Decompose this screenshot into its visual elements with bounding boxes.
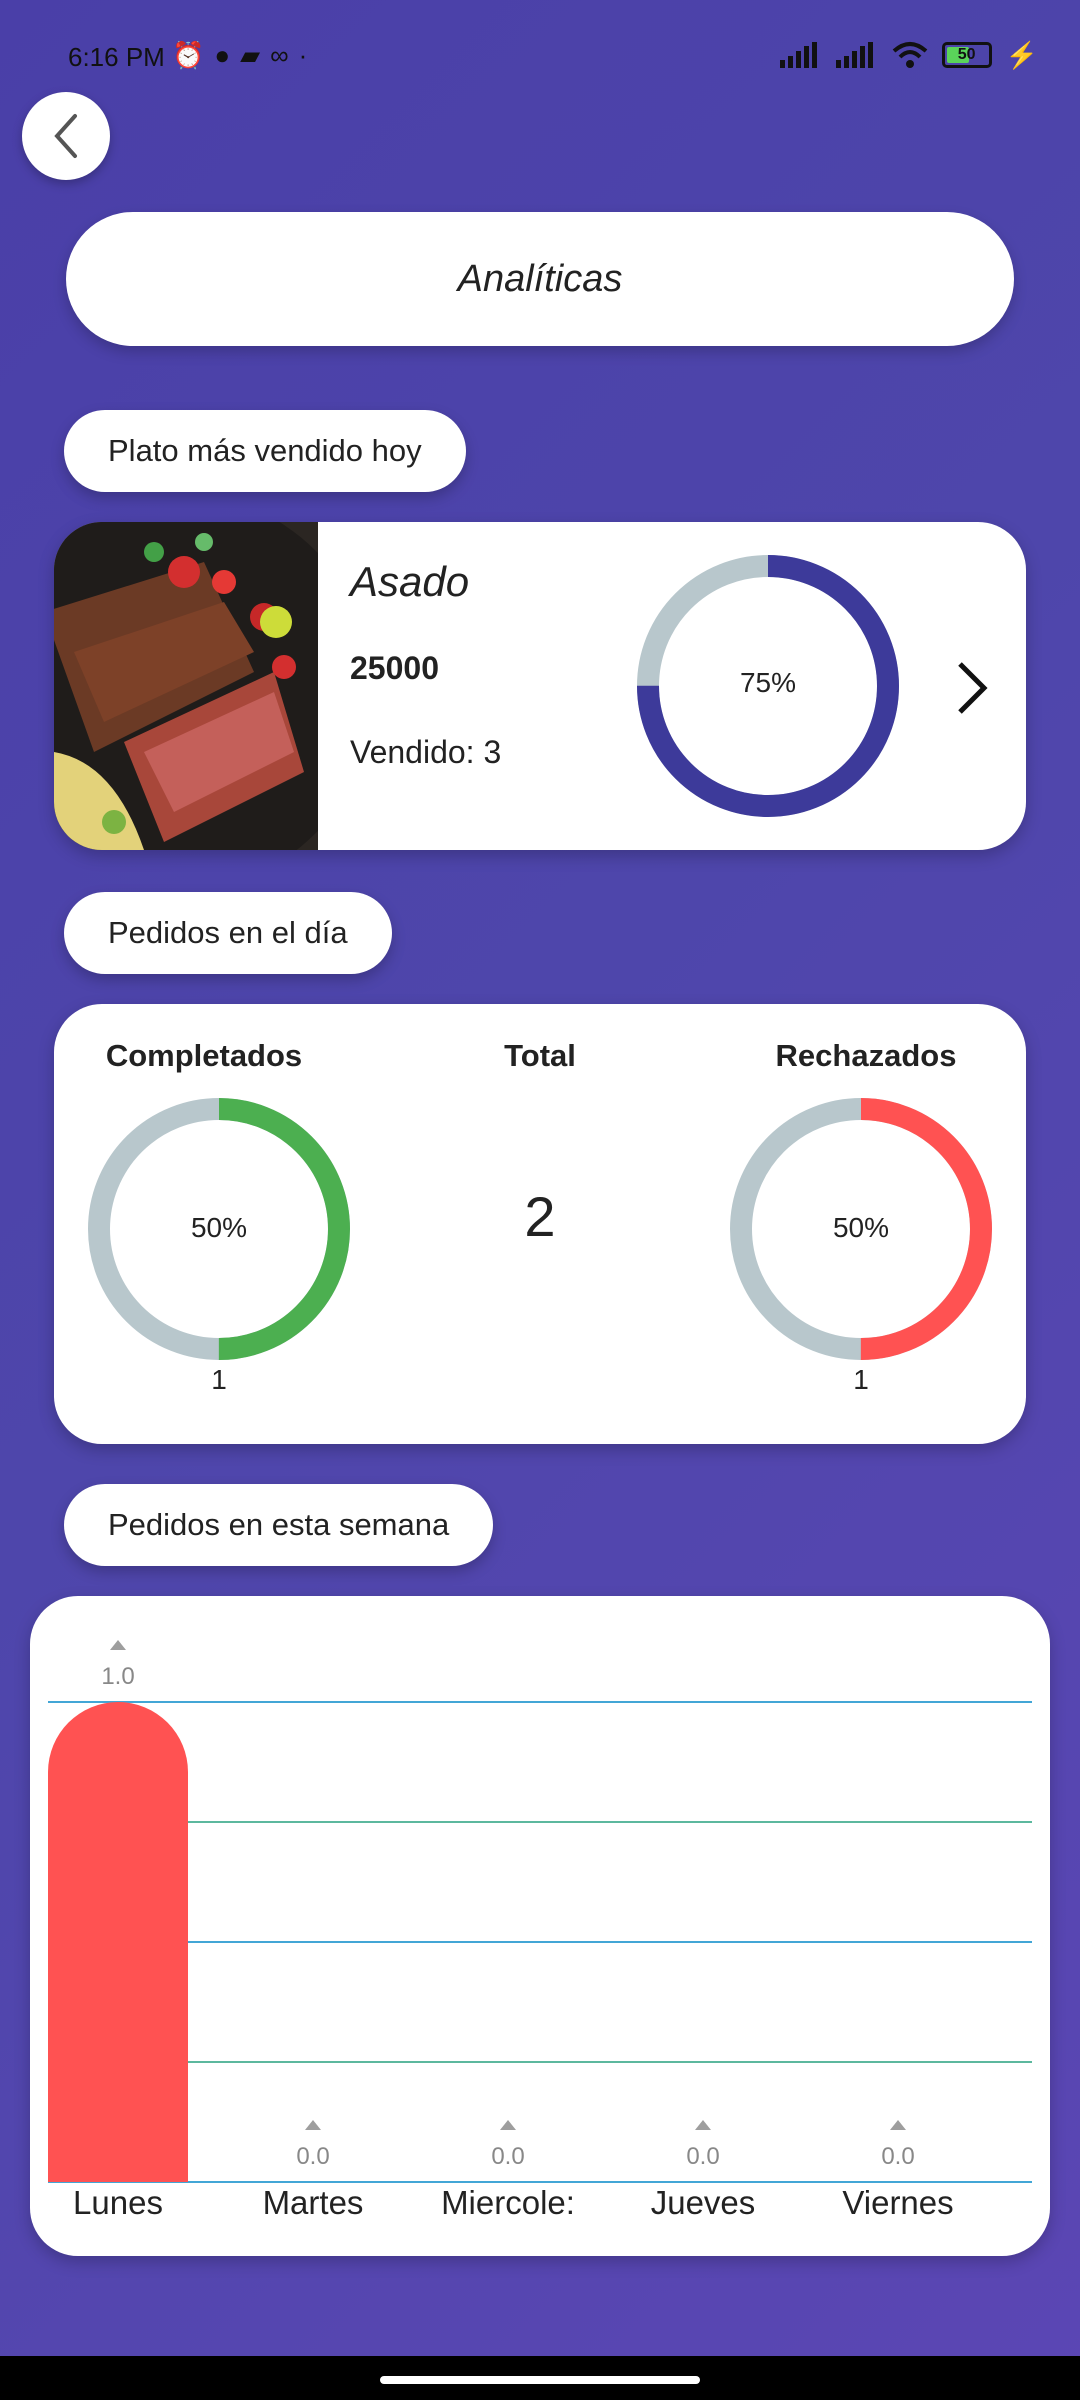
chart-value-label: 1.0 xyxy=(101,1663,134,1690)
signal-icon xyxy=(779,42,817,68)
alarm-icon: ⏰ xyxy=(172,40,205,70)
battery-icon: 50 xyxy=(941,42,992,68)
status-system-icons: 50 ⚡ xyxy=(779,40,1038,70)
chart-category-label: Jueves xyxy=(651,2184,756,2221)
chart-value-marker xyxy=(890,2120,906,2130)
dish-percent-label: 75% xyxy=(739,667,797,698)
chart-value-label: 0.0 xyxy=(296,2143,329,2170)
dish-price: 25000 xyxy=(350,650,439,686)
section-label-daily-orders: Pedidos en el día xyxy=(64,892,392,974)
home-indicator[interactable] xyxy=(380,2376,700,2384)
completed-title: Completados xyxy=(105,1038,303,1073)
chart-value-marker xyxy=(305,2120,321,2130)
rejected-title: Rechazados xyxy=(775,1038,957,1073)
page-title: Analíticas xyxy=(457,257,623,300)
status-bar: 6:16 PM ⏰ ● ▰ ∞ · 50 ⚡ xyxy=(0,0,1080,100)
signal-icon-2 xyxy=(835,42,873,68)
chart-bar-lunes[interactable] xyxy=(48,1702,188,2182)
status-notification-icons: ⏰ ● ▰ ∞ · xyxy=(172,40,307,70)
completed-count: 1 xyxy=(211,1364,227,1395)
chart-value-label: 0.0 xyxy=(686,2143,719,2170)
chart-value-label: 0.0 xyxy=(491,2143,524,2170)
chart-category-label: Viernes xyxy=(842,2184,953,2221)
completed-percent-label: 50% xyxy=(190,1212,248,1243)
rejected-count: 1 xyxy=(853,1364,869,1395)
section-label-weekly-orders: Pedidos en esta semana xyxy=(64,1484,494,1566)
top-dish-card[interactable]: Asado 25000 Vendido: 3 75% xyxy=(54,522,1026,850)
voicemail-icon: ∞ xyxy=(270,40,289,70)
total-value: 2 xyxy=(524,1185,556,1248)
status-time: 6:16 PM xyxy=(68,42,165,72)
chart-value-label: 0.0 xyxy=(881,2143,914,2170)
chart-value-marker xyxy=(110,1640,126,1650)
dish-name: Asado xyxy=(350,558,470,605)
rejected-percent-label: 50% xyxy=(832,1212,890,1243)
chart-value-marker xyxy=(500,2120,516,2130)
chevron-right-icon[interactable] xyxy=(952,658,992,718)
chevron-left-icon xyxy=(54,114,77,158)
app-notification-icon: ● xyxy=(214,40,231,70)
chart-category-label: Martes xyxy=(263,2184,364,2221)
chart-category-label: Miercole: xyxy=(441,2184,575,2221)
total-title: Total xyxy=(504,1038,576,1073)
charging-icon: ⚡ xyxy=(1005,40,1038,70)
chart-value-marker xyxy=(695,2120,711,2130)
chart-category-label: Lunes xyxy=(73,2184,163,2221)
weekly-orders-chart-card: 1.0 Lunes 0.0 Martes 0.0 Miercole: 0.0 Jueves 0.… xyxy=(30,1596,1050,2256)
weekly-bar-chart: 1.0 Lunes 0.0 Martes 0.0 Miercole: 0.0 Jueves 0.… xyxy=(48,1640,1032,2221)
dish-image xyxy=(54,522,318,850)
more-dot-icon: · xyxy=(298,40,308,70)
back-button[interactable] xyxy=(22,92,110,180)
page-title-card: Analíticas xyxy=(66,212,1014,346)
message-icon: ▰ xyxy=(240,40,261,70)
wifi-icon xyxy=(892,42,927,68)
section-label-top-dish: Plato más vendido hoy xyxy=(64,410,466,492)
dish-sold-count: Vendido: 3 xyxy=(350,734,502,770)
daily-orders-card: Completados 50% 1 Total 2 Rechazados 50%… xyxy=(54,1004,1026,1444)
